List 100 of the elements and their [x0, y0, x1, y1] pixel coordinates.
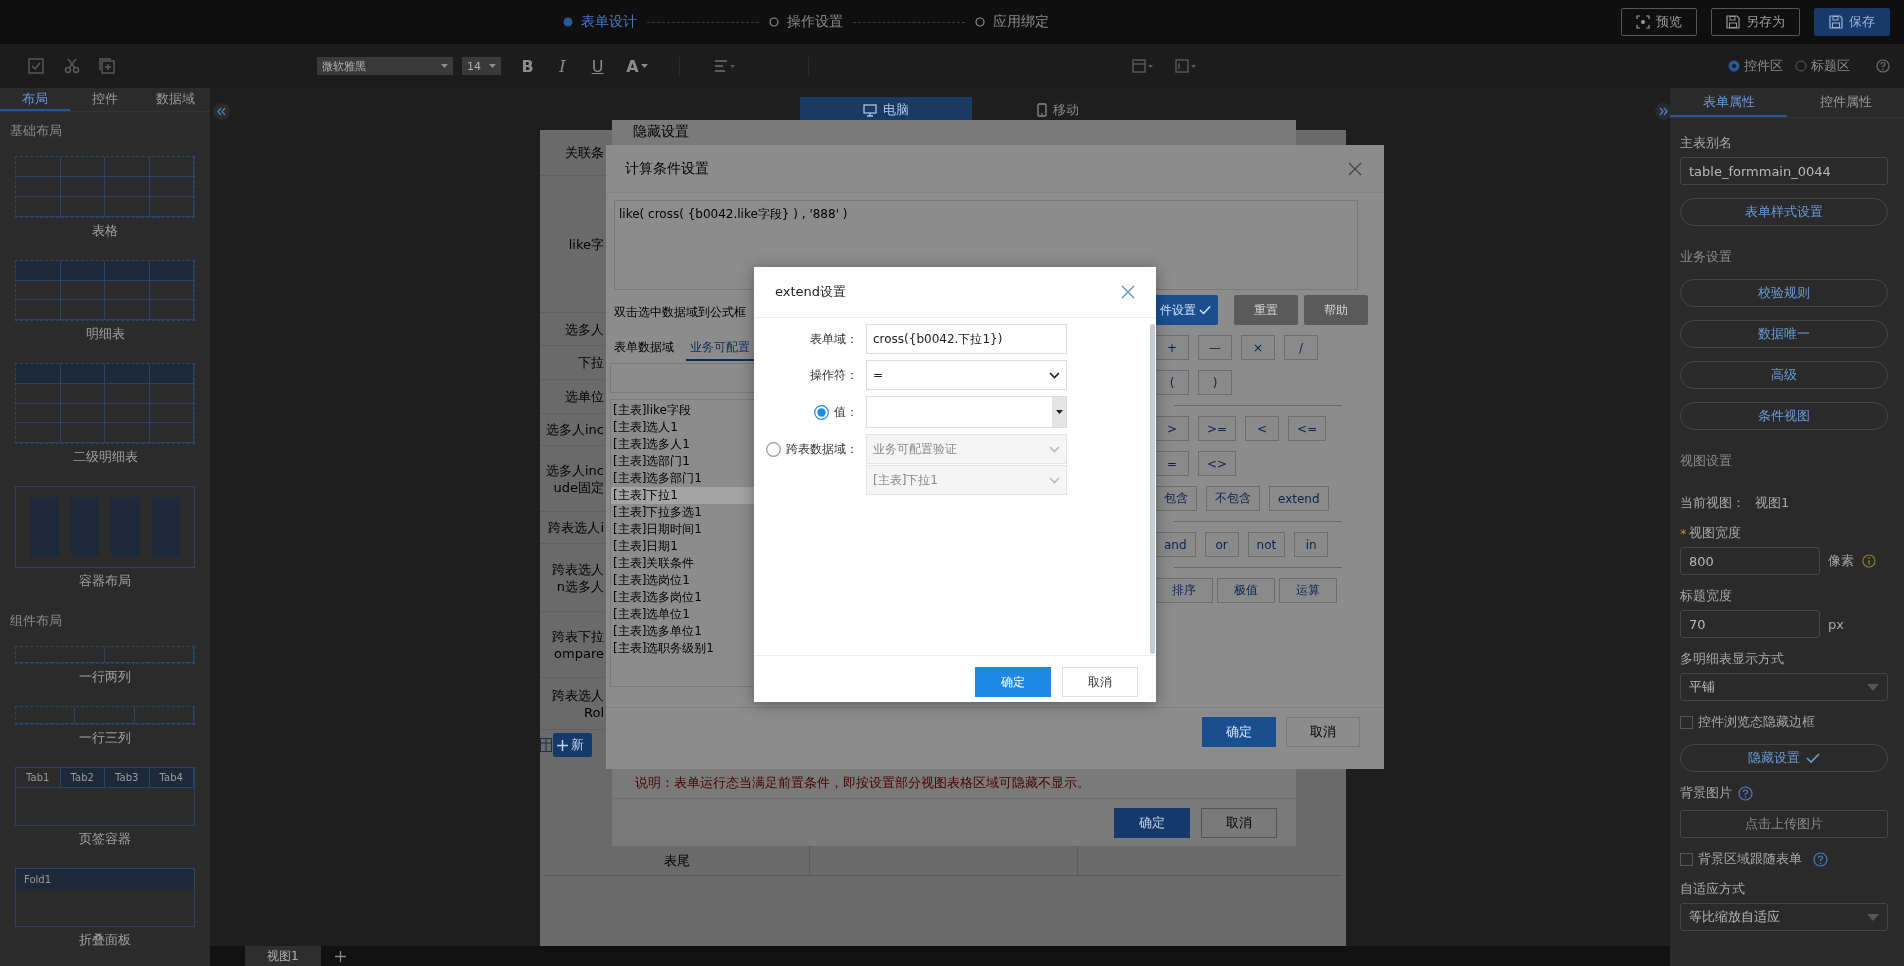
two-column-thumbnail[interactable] — [15, 646, 195, 664]
cancel-button[interactable]: 取消 — [1201, 807, 1277, 838]
close-icon[interactable] — [1348, 161, 1362, 176]
operator-button[interactable]: >= — [1198, 416, 1237, 441]
panel-tab[interactable]: 布局 — [0, 88, 70, 111]
operator-button[interactable]: 排序 — [1155, 578, 1213, 603]
value-combobox[interactable] — [866, 396, 1067, 428]
operator-button[interactable]: = — [1155, 451, 1189, 476]
detail-table-thumbnail[interactable] — [15, 260, 195, 321]
add-icon[interactable] — [334, 950, 346, 962]
dropdown[interactable]: 等比缩放自适应 — [1680, 903, 1888, 931]
operator-button[interactable]: <= — [1288, 416, 1327, 441]
font-select[interactable]: 微软雅黑 — [317, 57, 453, 75]
text-input[interactable]: 800 — [1680, 547, 1820, 575]
operator-button[interactable]: 运算 — [1279, 578, 1337, 603]
radio-label[interactable]: 值： — [834, 403, 858, 421]
save-button[interactable]: 保存 — [1814, 8, 1890, 36]
text-input[interactable]: cross({b0042.下拉1}) — [866, 324, 1067, 354]
operator-button[interactable]: 包含 — [1155, 486, 1197, 511]
table-icon[interactable] — [1132, 59, 1154, 73]
text-input[interactable]: table_formmain_0044 — [1680, 157, 1888, 185]
panel-tab[interactable]: 数据域 — [140, 88, 210, 111]
collapse-left-icon[interactable] — [213, 103, 230, 120]
underline-button[interactable]: U — [588, 55, 607, 77]
radio-button-icon[interactable] — [766, 441, 781, 457]
font-color-button[interactable]: A — [623, 55, 651, 77]
text-input[interactable]: 70 — [1680, 610, 1820, 638]
radio-button-icon[interactable] — [814, 404, 829, 420]
panel-tab[interactable]: 控件 — [70, 88, 140, 111]
confirm-button[interactable]: 确定 — [975, 667, 1051, 697]
checkbox-label[interactable]: 控件浏览态隐藏边框 — [1698, 713, 1815, 731]
operator-button[interactable]: not — [1247, 532, 1286, 557]
operator-button[interactable]: + — [1155, 335, 1189, 360]
collapse-panel-thumbnail[interactable]: Fold1 — [15, 868, 195, 927]
radio-icon[interactable] — [1795, 60, 1807, 72]
save-as-button[interactable]: 另存为 — [1711, 8, 1800, 36]
checkbox-icon[interactable] — [1680, 715, 1693, 729]
radio-label[interactable]: 标题区 — [1811, 57, 1850, 75]
cancel-button[interactable]: 取消 — [1062, 667, 1138, 697]
table-layout-thumbnail[interactable] — [15, 156, 195, 218]
step-label[interactable]: 操作设置 — [787, 13, 843, 31]
help-icon[interactable] — [1813, 851, 1828, 867]
operator-button[interactable]: × — [1241, 335, 1275, 360]
step-label[interactable]: 应用绑定 — [993, 13, 1049, 31]
operator-button[interactable]: ) — [1198, 370, 1232, 395]
radio-icon[interactable] — [1728, 60, 1740, 72]
view-tab[interactable]: 视图1 — [245, 946, 321, 966]
container-layout-thumbnail[interactable] — [15, 486, 195, 568]
add-button[interactable]: 新 — [553, 733, 592, 757]
operator-select[interactable]: = — [866, 360, 1067, 390]
help-icon[interactable] — [1738, 785, 1753, 801]
checkbox-icon[interactable] — [1680, 852, 1693, 866]
radio-label[interactable]: 控件区 — [1744, 57, 1783, 75]
dropdown[interactable]: 平铺 — [1680, 673, 1888, 701]
operator-button[interactable]: in — [1294, 532, 1329, 557]
checkbox-icon[interactable] — [28, 58, 44, 74]
confirm-button[interactable]: 确定 — [1114, 807, 1190, 838]
align-icon[interactable] — [714, 59, 736, 73]
nested-detail-table-thumbnail[interactable] — [15, 363, 195, 444]
confirm-button[interactable]: 确定 — [1202, 717, 1276, 747]
layout-item-label: 折叠面板 — [79, 931, 131, 949]
operator-button[interactable]: 不包含 — [1206, 486, 1260, 511]
operator-button[interactable]: and — [1155, 532, 1196, 557]
operator-button[interactable]: <> — [1198, 451, 1237, 476]
frame-icon[interactable] — [1175, 59, 1197, 73]
tab-container-thumbnail[interactable]: Tab1 Tab2 Tab3 Tab4 — [15, 767, 195, 826]
device-tab[interactable]: 电脑 — [800, 97, 972, 123]
scrollbar[interactable] — [1150, 324, 1155, 654]
condition-settings-button[interactable]: 件设置 — [1153, 295, 1218, 325]
operator-button[interactable]: 极值 — [1217, 578, 1275, 603]
step-label[interactable]: 表单设计 — [581, 13, 637, 31]
device-tab[interactable]: 移动 — [972, 97, 1144, 123]
close-icon[interactable] — [1121, 285, 1135, 299]
operator-button[interactable]: or — [1204, 532, 1239, 557]
panel-tab[interactable]: 表单属性 — [1670, 88, 1787, 117]
preview-button[interactable]: 预览 — [1621, 8, 1697, 36]
field-tab[interactable]: 表单数据域 — [610, 335, 678, 361]
table-select[interactable]: [主表]下拉1 — [866, 465, 1067, 495]
checkbox-label[interactable]: 背景区域跟随表单 — [1698, 850, 1802, 868]
dialog-title: 隐藏设置 — [633, 123, 689, 141]
action-button[interactable]: 重置 — [1234, 295, 1298, 325]
panel-tab[interactable]: 控件属性 — [1787, 88, 1904, 117]
italic-button[interactable]: I — [553, 55, 572, 77]
help-icon[interactable] — [1876, 59, 1890, 73]
bold-button[interactable]: B — [518, 55, 537, 77]
operator-button[interactable]: > — [1155, 416, 1189, 441]
cancel-button[interactable]: 取消 — [1286, 717, 1360, 747]
copy-icon[interactable] — [99, 58, 115, 74]
scissors-icon[interactable] — [64, 58, 80, 74]
upload-button[interactable]: 点击上传图片 — [1680, 810, 1888, 838]
font-size-select[interactable]: 14 — [462, 57, 501, 75]
three-column-thumbnail[interactable] — [15, 706, 195, 725]
action-button[interactable]: 帮助 — [1304, 295, 1368, 325]
radio-label[interactable]: 跨表数据域： — [786, 440, 858, 458]
operator-button[interactable]: ( — [1155, 370, 1189, 395]
operator-button[interactable]: — — [1198, 335, 1232, 360]
table-select[interactable]: 业务可配置验证 — [866, 434, 1067, 464]
operator-button[interactable]: / — [1284, 335, 1318, 360]
operator-button[interactable]: extend — [1269, 486, 1329, 511]
operator-button[interactable]: < — [1245, 416, 1280, 441]
